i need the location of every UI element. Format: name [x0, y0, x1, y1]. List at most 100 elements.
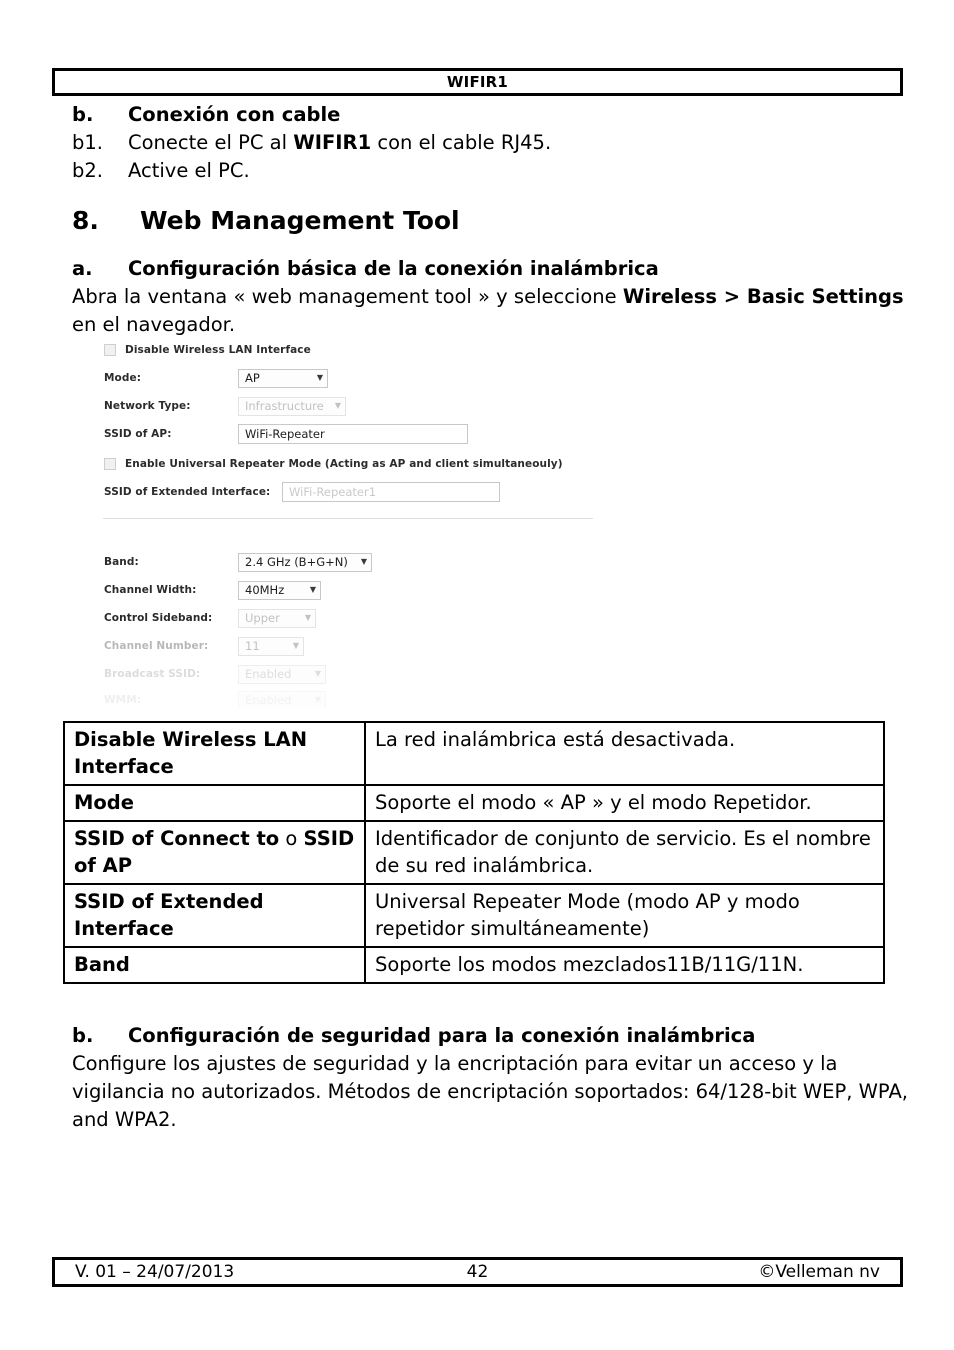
term-connector: o: [279, 827, 304, 850]
mode-value: AP: [245, 371, 260, 385]
table-cell-term: SSID of Connect to o SSID of AP: [63, 820, 366, 885]
text-fragment: Conecte el PC al: [128, 131, 294, 154]
wmm-select[interactable]: Enabled ▼: [238, 690, 326, 708]
ssid-extended-row: SSID of Extended Interface: WiFi-Repeate…: [104, 482, 500, 502]
table-cell-term: Band: [63, 946, 366, 984]
security-letter: b.: [72, 1024, 94, 1047]
table-cell-term: SSID of Extended Interface: [63, 883, 366, 948]
universal-repeater-row: Enable Universal Repeater Mode (Acting a…: [104, 454, 563, 474]
footer-copyright: ©Velleman nv: [758, 1262, 880, 1282]
chevron-down-icon: ▼: [360, 557, 367, 566]
channel-number-select[interactable]: 11 ▼: [238, 636, 304, 656]
list-item: b. Conexión con cable: [72, 101, 912, 129]
security-title: Configuración de seguridad para la conex…: [128, 1024, 756, 1047]
band-row: Band: 2.4 GHz (B+G+N) ▼: [104, 552, 372, 572]
router-ui-screenshot: Disable Wireless LAN Interface Mode: AP …: [98, 336, 598, 708]
ssid-ap-label: SSID of AP:: [104, 428, 172, 440]
control-sideband-value: Upper: [245, 611, 280, 625]
table-cell-term: Disable Wireless LAN Interface: [63, 721, 366, 786]
list-marker: b1.: [72, 131, 103, 154]
page-content: b. Conexión con cable b1. Conecte el PC …: [72, 101, 912, 339]
list-item-label: Conexión con cable: [128, 103, 341, 126]
band-value: 2.4 GHz (B+G+N): [245, 555, 348, 569]
text-emphasis: Wireless > Basic Settings: [622, 285, 904, 308]
mode-select[interactable]: AP ▼: [238, 368, 328, 388]
band-label: Band:: [104, 556, 139, 568]
channel-width-value: 40MHz: [245, 583, 285, 597]
network-type-select[interactable]: Infrastructure ▼: [238, 396, 346, 416]
subsection-letter: a.: [72, 257, 93, 280]
network-type-label: Network Type:: [104, 400, 191, 412]
universal-repeater-label: Enable Universal Repeater Mode (Acting a…: [125, 458, 563, 470]
term-text: SSID of Connect to: [74, 827, 280, 850]
mode-label: Mode:: [104, 372, 141, 384]
disable-wlan-label: Disable Wireless LAN Interface: [125, 344, 311, 356]
security-section: b. Configuración de seguridad para la co…: [72, 1022, 920, 1134]
control-sideband-select[interactable]: Upper ▼: [238, 608, 316, 628]
chevron-down-icon: ▼: [314, 695, 321, 704]
ssid-extended-label: SSID of Extended Interface:: [104, 486, 271, 498]
network-type-value: Infrastructure: [245, 399, 324, 413]
list-marker: b2.: [72, 159, 103, 182]
band-select[interactable]: 2.4 GHz (B+G+N) ▼: [238, 552, 372, 572]
chevron-down-icon: ▼: [314, 669, 321, 678]
chevron-down-icon: ▼: [304, 613, 311, 622]
list-item: b1. Conecte el PC al WIFIR1 con el cable…: [72, 129, 912, 157]
wmm-label: WMM:: [104, 694, 142, 706]
list-item-label: Conecte el PC al WIFIR1 con el cable RJ4…: [128, 129, 551, 157]
section-heading: 8. Web Management Tool: [72, 205, 912, 237]
channel-number-value: 11: [245, 639, 260, 653]
wmm-row: WMM: Enabled ▼: [104, 690, 326, 708]
section-divider: [103, 518, 593, 519]
ssid-extended-input[interactable]: WiFi-Repeater1: [282, 482, 500, 502]
network-type-row: Network Type: Infrastructure ▼: [104, 396, 346, 416]
section-title: Web Management Tool: [140, 206, 460, 235]
broadcast-ssid-label: Broadcast SSID:: [104, 668, 201, 680]
channel-width-select[interactable]: 40MHz ▼: [238, 580, 321, 600]
subsection-title: Configuración básica de la conexión inal…: [128, 257, 659, 280]
checkbox-icon[interactable]: [104, 344, 116, 356]
disable-wlan-row: Disable Wireless LAN Interface: [104, 340, 311, 360]
document-page: WIFIR1 b. Conexión con cable b1. Conecte…: [0, 0, 954, 1350]
checkbox-icon[interactable]: [104, 458, 116, 470]
intro-paragraph: Abra la ventana « web management tool » …: [72, 283, 912, 339]
term-text: Band: [74, 953, 130, 976]
channel-number-row: Channel Number: 11 ▼: [104, 636, 304, 656]
table-row: Mode Soporte el modo « AP » y el modo Re…: [63, 784, 885, 822]
table-row: SSID of Connect to o SSID of AP Identifi…: [63, 820, 885, 885]
text-emphasis: WIFIR1: [293, 131, 372, 154]
table-row: SSID of Extended Interface Universal Rep…: [63, 883, 885, 948]
table-cell-description: La red inalámbrica está desactivada.: [364, 721, 885, 786]
channel-width-label: Channel Width:: [104, 584, 197, 596]
broadcast-ssid-value: Enabled: [245, 667, 292, 681]
definition-table: Disable Wireless LAN Interface La red in…: [63, 721, 885, 984]
ssid-ap-row: SSID of AP: WiFi-Repeater: [104, 424, 468, 444]
table-cell-description: Soporte los modos mezclados11B/11G/11N.: [364, 946, 885, 984]
chevron-down-icon: ▼: [334, 401, 341, 410]
chevron-down-icon: ▼: [316, 373, 323, 382]
table-cell-description: Soporte el modo « AP » y el modo Repetid…: [364, 784, 885, 822]
broadcast-ssid-select[interactable]: Enabled ▼: [238, 664, 326, 684]
list-item: b2. Active el PC.: [72, 157, 912, 185]
text-fragment: con el cable RJ45.: [371, 131, 552, 154]
wmm-value: Enabled: [245, 693, 292, 707]
ssid-ap-input[interactable]: WiFi-Repeater: [238, 424, 468, 444]
table-cell-description: Identificador de conjunto de servicio. E…: [364, 820, 885, 885]
term-text: Mode: [74, 791, 134, 814]
subsection-heading: a. Configuración básica de la conexión i…: [72, 255, 912, 283]
table-cell-description: Universal Repeater Mode (modo AP y modo …: [364, 883, 885, 948]
mode-row: Mode: AP ▼: [104, 368, 328, 388]
security-paragraph: Configure los ajustes de seguridad y la …: [72, 1052, 908, 1131]
control-sideband-label: Control Sideband:: [104, 612, 213, 624]
ssid-extended-placeholder: WiFi-Repeater1: [289, 485, 377, 499]
header-title: WIFIR1: [446, 73, 509, 91]
table-cell-term: Mode: [63, 784, 366, 822]
channel-number-label: Channel Number:: [104, 640, 209, 652]
control-sideband-row: Control Sideband: Upper ▼: [104, 608, 316, 628]
chevron-down-icon: ▼: [309, 585, 316, 594]
page-footer: V. 01 – 24/07/2013 42 ©Velleman nv: [52, 1257, 903, 1287]
term-text: SSID of Extended Interface: [74, 890, 264, 940]
table-row: Disable Wireless LAN Interface La red in…: [63, 721, 885, 786]
table-row: Band Soporte los modos mezclados11B/11G/…: [63, 946, 885, 984]
section-number: 8.: [72, 206, 99, 235]
